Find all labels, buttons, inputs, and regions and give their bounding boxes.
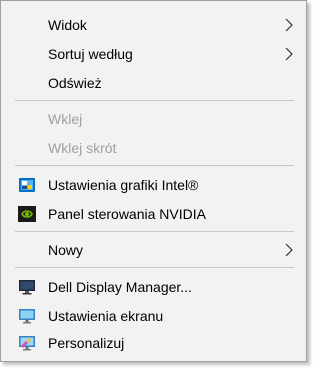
menu-item-label: Panel sterowania NVIDIA [48,205,206,222]
menu-item-nvidia-control-panel[interactable]: Panel sterowania NVIDIA [2,199,305,228]
menu-item-paste: Wklej [2,104,305,133]
nvidia-icon [18,205,36,222]
menu-separator [15,231,294,232]
menu-item-label: Nowy [48,241,84,258]
desktop-context-menu: Widok Sortuj według Odśwież Wklej Wklej … [0,0,307,362]
chevron-right-icon [285,243,293,256]
menu-item-paste-shortcut: Wklej skrót [2,133,305,162]
menu-separator [15,100,294,101]
menu-item-label: Odśwież [48,74,102,91]
menu-item-personalize[interactable]: Personalizuj [2,328,305,357]
menu-separator [15,267,294,268]
menu-item-dell-display-manager[interactable]: Dell Display Manager... [2,272,305,301]
menu-item-view[interactable]: Widok [2,10,305,39]
menu-item-refresh[interactable]: Odśwież [2,68,305,97]
display-settings-icon [19,308,35,323]
chevron-right-icon [285,47,293,60]
chevron-right-icon [285,18,293,31]
menu-item-display-settings[interactable]: Ustawienia ekranu [2,301,305,330]
personalize-icon [19,335,35,350]
menu-item-label: Personalizuj [48,334,125,351]
menu-item-label: Wklej [48,110,83,127]
menu-item-new[interactable]: Nowy [2,235,305,264]
menu-item-label: Ustawienia grafiki Intel® [48,176,199,193]
intel-graphics-icon [19,177,35,192]
menu-item-label: Sortuj według [48,45,133,62]
menu-separator [15,165,294,166]
menu-item-label: Widok [48,16,87,33]
menu-item-intel-graphics[interactable]: Ustawienia grafiki Intel® [2,170,305,199]
menu-item-label: Wklej skrót [48,139,117,156]
menu-item-label: Ustawienia ekranu [48,307,164,324]
menu-item-label: Dell Display Manager... [48,278,192,295]
monitor-icon [19,279,35,294]
menu-item-sort-by[interactable]: Sortuj według [2,39,305,68]
